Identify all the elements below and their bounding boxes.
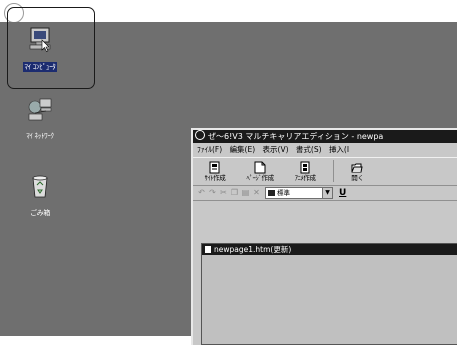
callout-highlight-box: [7, 7, 95, 89]
redo-icon[interactable]: ↷: [207, 186, 218, 200]
style-select[interactable]: 標準 ▼: [265, 187, 333, 199]
document-icon: [205, 246, 211, 253]
format-toolbar: ↶ ↷ ✂ ❐ ▤ ✕ 標準 ▼ U: [193, 186, 457, 201]
toolbar-label: 開く: [351, 174, 364, 182]
open-folder-icon: [351, 159, 363, 173]
editor-window[interactable]: ぜ～6!V3 マルチキャリアエディション - newpa ﾌｧｲﾙ(F) 編集(…: [191, 128, 457, 345]
page-create-button[interactable]: ﾍﾟｰｼﾞ作成: [240, 159, 280, 182]
menu-bar: ﾌｧｲﾙ(F) 編集(E) 表示(V) 書式(S) 挿入(I: [193, 143, 457, 157]
site-create-button[interactable]: ｻｲﾄ作成: [195, 159, 235, 182]
menu-view[interactable]: 表示(V): [263, 145, 289, 154]
toolbar-label: ｱﾆﾒ作成: [294, 174, 316, 182]
app-icon: [195, 130, 205, 140]
chevron-down-icon[interactable]: ▼: [322, 188, 332, 198]
style-select-value: 標準: [277, 189, 290, 197]
menu-format[interactable]: 書式(S): [296, 145, 322, 154]
open-button[interactable]: 開く: [342, 159, 372, 182]
style-swatch: [268, 190, 275, 196]
undo-icon[interactable]: ↶: [196, 186, 207, 200]
anime-create-icon: [299, 159, 311, 174]
document-titlebar[interactable]: newpage1.htm(更新): [202, 244, 457, 255]
menu-insert[interactable]: 挿入(I: [329, 145, 349, 154]
document-window[interactable]: newpage1.htm(更新): [201, 243, 457, 345]
document-title: newpage1.htm(更新): [214, 245, 292, 254]
page-create-icon: [254, 159, 266, 174]
paste-icon[interactable]: ▤: [240, 186, 251, 200]
site-create-icon: [209, 159, 221, 174]
desktop-icon-label: ﾏｲ ﾈｯﾄﾜｰｸ: [26, 132, 54, 140]
network-icon: [26, 95, 54, 123]
copy-icon[interactable]: ❐: [229, 186, 240, 200]
window-title: ぜ～6!V3 マルチキャリアエディション - newpa: [208, 132, 384, 141]
menu-edit[interactable]: 編集(E): [230, 145, 256, 154]
menu-file[interactable]: ﾌｧｲﾙ(F): [197, 145, 222, 154]
toolbar-separator: [333, 160, 335, 182]
toolbar-label: ｻｲﾄ作成: [204, 174, 226, 182]
cut-icon[interactable]: ✂: [218, 186, 229, 200]
desktop-icon-network[interactable]: ﾏｲ ﾈｯﾄﾜｰｸ: [4, 95, 76, 142]
main-toolbar: ｻｲﾄ作成 ﾍﾟｰｼﾞ作成 ｱﾆﾒ作成 開く: [193, 157, 457, 186]
desktop-icon-recycle-bin[interactable]: ごみ箱: [4, 172, 76, 219]
toolbar-label: ﾍﾟｰｼﾞ作成: [246, 174, 274, 182]
delete-icon[interactable]: ✕: [251, 186, 262, 200]
recycle-bin-icon: [26, 172, 54, 200]
underline-button[interactable]: U: [339, 186, 346, 200]
desktop-icon-label: ごみ箱: [29, 209, 51, 217]
window-titlebar[interactable]: ぜ～6!V3 マルチキャリアエディション - newpa: [193, 130, 457, 143]
anime-create-button[interactable]: ｱﾆﾒ作成: [285, 159, 325, 182]
